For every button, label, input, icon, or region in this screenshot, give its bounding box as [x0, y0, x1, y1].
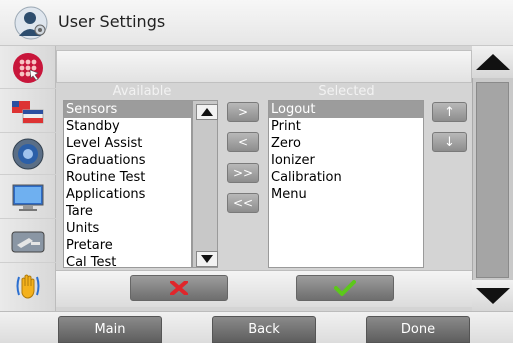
move-right-button[interactable]: > — [227, 102, 259, 122]
list-item[interactable]: Ionizer — [269, 152, 423, 169]
hand-icon[interactable] — [0, 266, 56, 306]
accept-button[interactable] — [296, 275, 394, 301]
triangle-up-icon — [475, 54, 510, 70]
back-button[interactable]: Back — [212, 316, 316, 343]
list-item[interactable]: Routine Test — [64, 169, 191, 186]
done-button[interactable]: Done — [366, 316, 470, 343]
user-settings-icon — [14, 6, 48, 40]
list-item[interactable]: Level Assist — [64, 135, 191, 152]
selected-list[interactable]: Logout Print Zero Ionizer Calibration Me… — [268, 100, 424, 268]
checkmark-icon — [334, 280, 356, 296]
display-icon[interactable] — [0, 178, 56, 219]
scroll-up-arrow[interactable] — [196, 104, 218, 120]
move-up-button[interactable]: ↑ — [432, 102, 467, 122]
list-item[interactable]: Graduations — [64, 152, 191, 169]
list-item[interactable]: Menu — [269, 186, 423, 203]
page-title: User Settings — [58, 12, 166, 31]
selected-header: Selected — [318, 84, 375, 99]
triangle-up-icon — [201, 108, 213, 116]
scroll-down-arrow[interactable] — [196, 251, 218, 267]
list-item[interactable]: Zero — [269, 135, 423, 152]
available-header: Available — [112, 84, 172, 99]
list-item[interactable]: Pretare — [64, 237, 191, 254]
toolbar-strip — [56, 50, 472, 83]
move-all-left-button[interactable]: << — [227, 193, 259, 213]
move-down-button[interactable]: ↓ — [432, 132, 467, 152]
list-item[interactable]: Tare — [64, 203, 191, 220]
sound-icon[interactable] — [0, 134, 56, 175]
list-item[interactable]: Standby — [64, 118, 191, 135]
list-item[interactable]: Sensors — [64, 101, 191, 118]
available-list[interactable]: Sensors Standby Level Assist Graduations… — [63, 100, 192, 268]
move-left-button[interactable]: < — [227, 132, 259, 152]
keypad-icon[interactable] — [0, 48, 56, 89]
list-item[interactable]: Print — [269, 118, 423, 135]
list-item[interactable]: Applications — [64, 186, 191, 203]
available-scrollbar[interactable] — [192, 100, 218, 268]
page-scroll-track[interactable] — [476, 82, 509, 278]
cancel-button[interactable] — [130, 275, 228, 301]
service-icon[interactable] — [0, 222, 56, 263]
page-scroll-down-button[interactable] — [472, 280, 513, 311]
action-strip — [56, 270, 472, 307]
list-item[interactable]: Calibration — [269, 169, 423, 186]
main-button[interactable]: Main — [58, 316, 162, 343]
flags-icon[interactable] — [0, 92, 56, 133]
triangle-down-icon — [201, 255, 213, 263]
list-item[interactable]: Units — [64, 220, 191, 237]
cancel-x-icon — [170, 281, 188, 295]
triangle-down-icon — [475, 287, 510, 304]
list-item[interactable]: Cal Test — [64, 254, 191, 267]
page-scroll-up-button[interactable] — [472, 46, 513, 78]
list-item[interactable]: Logout — [269, 101, 423, 118]
move-all-right-button[interactable]: >> — [227, 163, 259, 183]
sidebar — [0, 46, 56, 311]
